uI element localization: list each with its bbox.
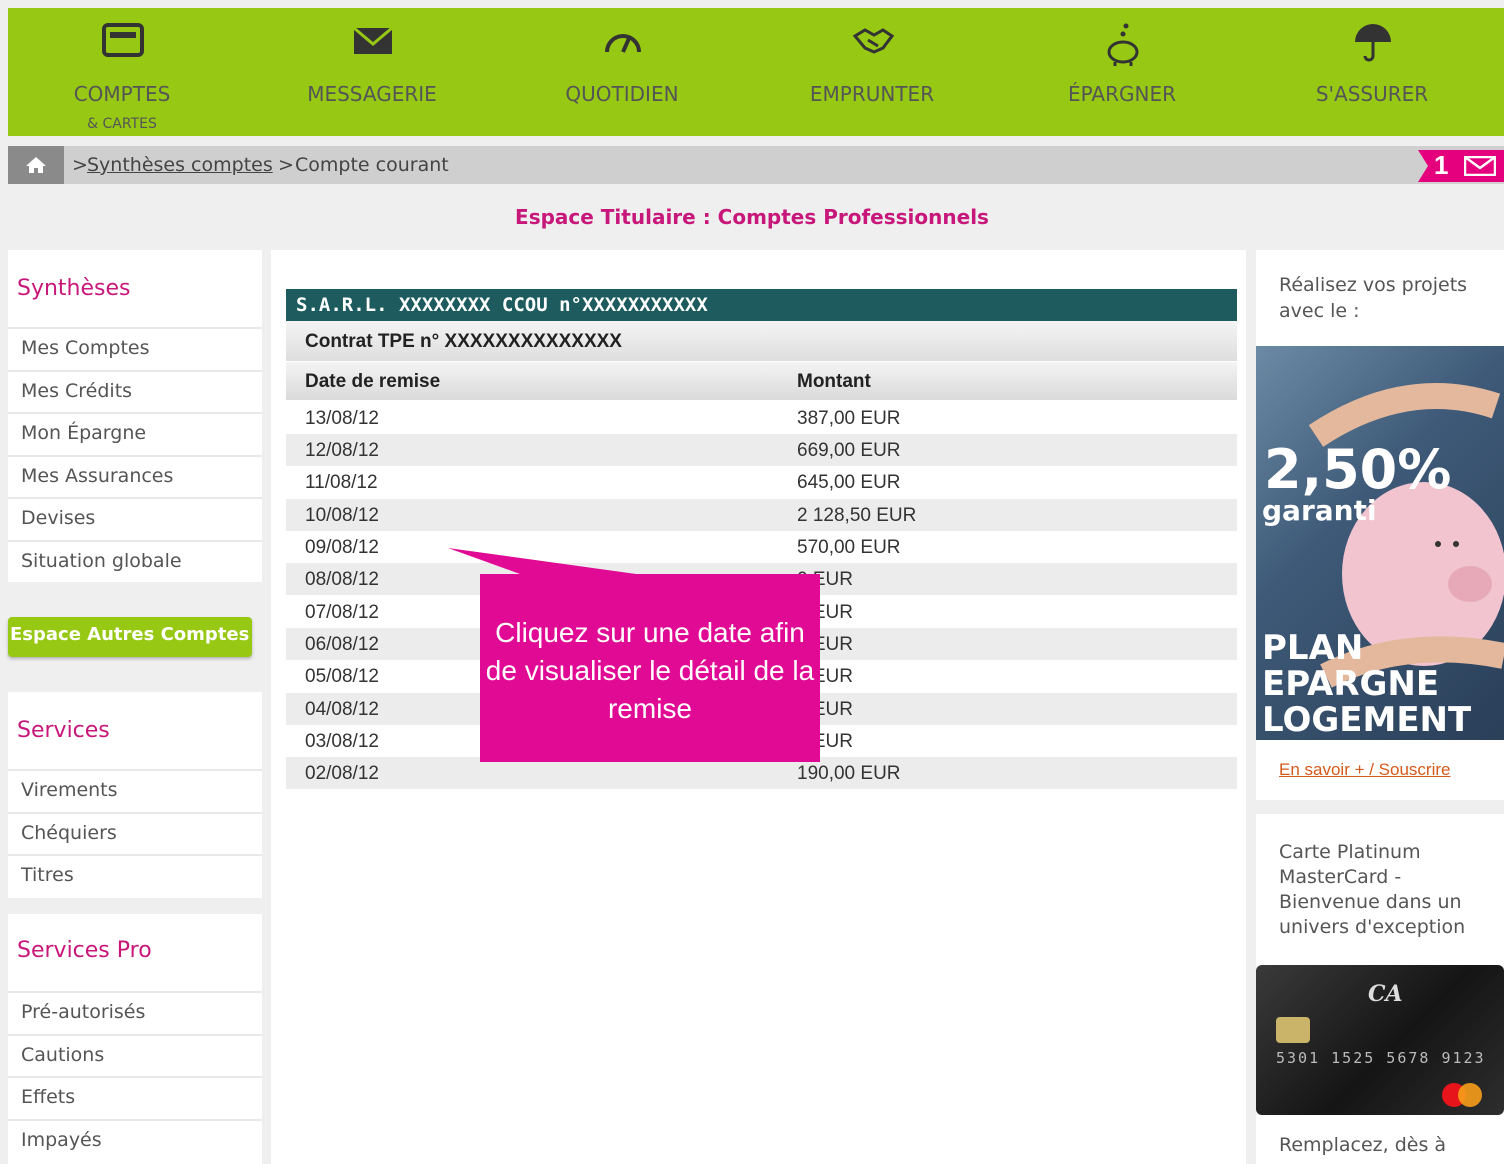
- sidebar-item-chequiers[interactable]: Chéquiers: [8, 812, 262, 854]
- amount-cell: 387,00 EUR: [797, 408, 901, 429]
- nav-label: EMPRUNTER: [809, 82, 935, 106]
- amount-cell: 669,00 EUR: [797, 440, 901, 461]
- callout-text: Cliquez sur une date afin de visualiser …: [485, 617, 815, 724]
- messages-badge[interactable]: 1: [1418, 150, 1504, 182]
- promo-mastercard-text: Carte Platinum MasterCard - Bienvenue da…: [1279, 841, 1466, 938]
- promo-pel-garanti: garanti: [1262, 494, 1377, 527]
- amount-cell: 645,00 EUR: [797, 472, 901, 493]
- tooltip-callout: Cliquez sur une date afin de visualiser …: [480, 574, 820, 762]
- date-link[interactable]: 06/08/12: [305, 634, 379, 656]
- sidebar-item-cautions[interactable]: Cautions: [8, 1034, 262, 1076]
- sidebar-item-titres[interactable]: Titres: [8, 854, 262, 896]
- promo-pel-title-line: LOGEMENT: [1262, 700, 1472, 740]
- promo-pel-title: PLAN EPARGNE LOGEMENT: [1262, 630, 1471, 738]
- sidebar-item-virements[interactable]: Virements: [8, 769, 262, 811]
- piggy-bank-icon: [1107, 23, 1139, 66]
- badge-arrow: [1418, 150, 1428, 182]
- other-accounts-label: Espace Autres Comptes: [10, 624, 250, 645]
- callout-pointer: [448, 548, 636, 574]
- amount-cell: 190,00 EUR: [797, 763, 901, 784]
- other-accounts-button[interactable]: Espace Autres Comptes: [8, 617, 252, 657]
- message-count: 1: [1434, 150, 1449, 180]
- promo-pel-rate: 2,50%: [1264, 438, 1452, 501]
- sidebar-title-services: Services: [17, 718, 110, 743]
- sidebar-services-pro-block: Services Pro Pré-autorisés Cautions Effe…: [8, 914, 262, 1164]
- date-link[interactable]: 04/08/12: [305, 699, 379, 721]
- date-link[interactable]: 07/08/12: [305, 602, 379, 624]
- promo-replace-text: Remplacez, dès à: [1279, 1134, 1447, 1156]
- sidebar-item-effets[interactable]: Effets: [8, 1076, 262, 1118]
- handshake-icon: [852, 28, 894, 54]
- nav-epargner[interactable]: ÉPARGNER: [1022, 8, 1222, 136]
- column-header-amount: Montant: [797, 371, 871, 392]
- nav-label: ÉPARGNER: [1068, 82, 1176, 106]
- promo-pel-title-line: EPARGNE: [1262, 664, 1440, 704]
- promo-pel-link[interactable]: En savoir + / Souscrire: [1279, 760, 1451, 780]
- sidebar-services-block: Services Virements Chéquiers Titres: [8, 692, 262, 898]
- promo-pel-text: Réalisez vos projets avec le :: [1279, 274, 1468, 322]
- date-link[interactable]: 03/08/12: [305, 731, 379, 753]
- credit-card-illustration: CA: [1276, 981, 1482, 1107]
- nav-sassurer[interactable]: S'ASSURER: [1272, 8, 1472, 136]
- sidebar-item-pre-autorises[interactable]: Pré-autorisés: [8, 991, 262, 1033]
- amount-cell: 2 128,50 EUR: [797, 505, 917, 526]
- sidebar-item-impayes[interactable]: Impayés: [8, 1119, 262, 1161]
- date-link[interactable]: 05/08/12: [305, 666, 379, 688]
- svg-text:CA: CA: [1368, 981, 1403, 1007]
- promo-pel-title-line: PLAN: [1262, 628, 1364, 668]
- nav-label: S'ASSURER: [1315, 82, 1429, 106]
- card-number: 5301 1525 5678 9123: [1276, 1049, 1486, 1067]
- amount-cell: 570,00 EUR: [797, 537, 901, 558]
- promo-mastercard-image[interactable]: CA 5301 1525 5678 9123: [1256, 965, 1504, 1115]
- envelope-icon: [1464, 156, 1496, 176]
- umbrella-icon: [1355, 24, 1391, 62]
- nav-emprunter[interactable]: EMPRUNTER: [772, 8, 972, 136]
- sidebar-title-services-pro: Services Pro: [17, 938, 152, 963]
- promo-pel-image[interactable]: 2,50% garanti PLAN EPARGNE LOGEMENT: [1256, 346, 1504, 740]
- date-link[interactable]: 02/08/12: [305, 763, 379, 785]
